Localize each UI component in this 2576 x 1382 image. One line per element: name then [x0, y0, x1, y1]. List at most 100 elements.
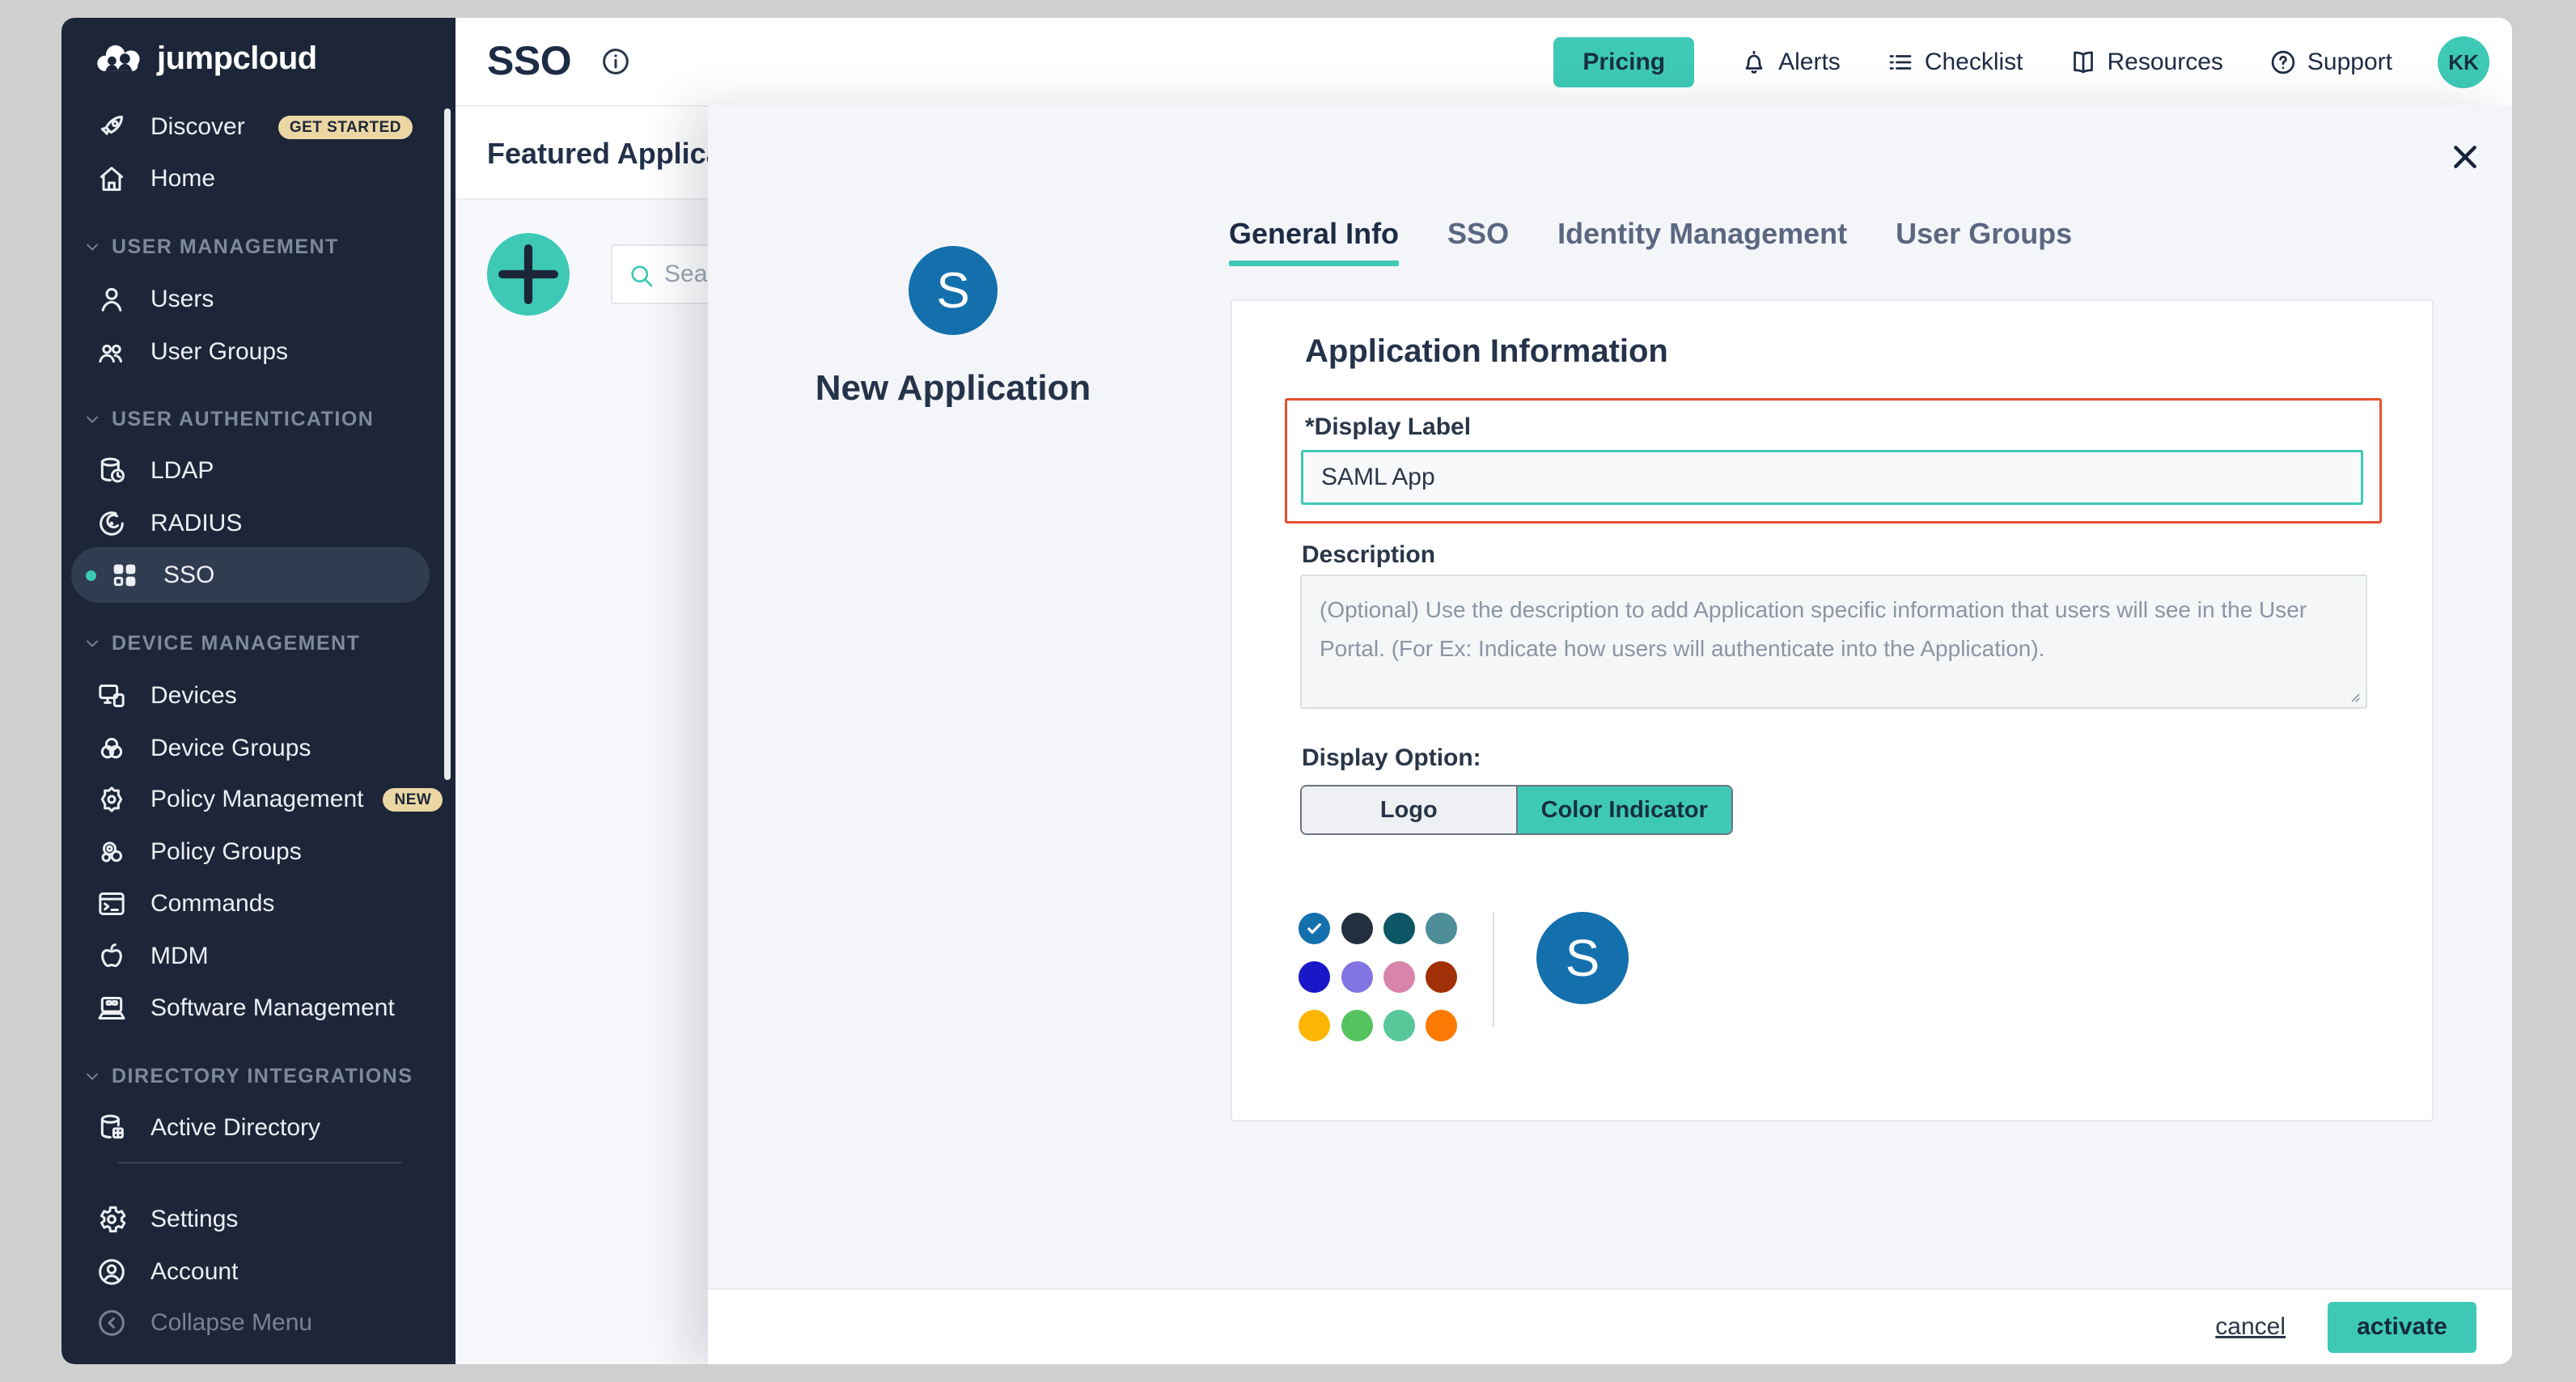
apple-icon — [95, 940, 128, 973]
color-swatch[interactable] — [1383, 913, 1415, 944]
color-swatch[interactable] — [1426, 961, 1457, 993]
color-swatch[interactable] — [1341, 913, 1373, 944]
new-application-panel: S New Application General Info SSO Ident… — [708, 105, 2512, 1364]
color-swatch-selected[interactable] — [1299, 913, 1330, 944]
activate-button[interactable]: activate — [2328, 1302, 2476, 1353]
color-indicator-preview: S — [1536, 912, 1629, 1004]
jumpcloud-logo[interactable]: jumpcloud — [94, 40, 317, 77]
home-icon — [95, 163, 128, 195]
checklist-label: Checklist — [1925, 49, 2023, 76]
bell-icon — [1739, 48, 1769, 77]
sidebar-item-devices[interactable]: Devices — [61, 673, 455, 719]
app-window: jumpcloud Discover GET STARTED Home USER… — [61, 18, 2512, 1364]
add-application-button[interactable] — [487, 233, 570, 316]
sidebar-item-collapse-menu[interactable]: Collapse Menu — [61, 1300, 455, 1346]
check-icon — [1305, 919, 1324, 938]
logo-wordmark: jumpcloud — [157, 40, 317, 77]
resources-button[interactable]: Resources — [2069, 48, 2223, 77]
color-swatch[interactable] — [1383, 1010, 1415, 1041]
sidebar-item-mdm[interactable]: MDM — [61, 934, 455, 979]
tab-general-info[interactable]: General Info — [1229, 217, 1399, 278]
topbar: SSO Pricing Alerts Checklist Resources S… — [455, 18, 2512, 107]
color-swatch[interactable] — [1426, 913, 1457, 944]
sidebar-item-account[interactable]: Account — [61, 1249, 455, 1295]
sidebar-item-label: Collapse Menu — [150, 1309, 312, 1337]
sidebar-item-discover[interactable]: Discover GET STARTED — [61, 104, 455, 150]
sidebar-section-device-management[interactable]: DEVICE MANAGEMENT — [61, 623, 455, 663]
color-swatch[interactable] — [1299, 961, 1330, 993]
sidebar-scrollbar[interactable] — [444, 108, 451, 780]
sidebar-item-device-groups[interactable]: Device Groups — [61, 726, 455, 771]
info-icon[interactable] — [600, 45, 632, 78]
toggle-color-indicator-option[interactable]: Color Indicator — [1516, 786, 1732, 833]
sidebar-item-label: LDAP — [150, 457, 214, 485]
support-label: Support — [2307, 49, 2392, 76]
display-label-input[interactable] — [1301, 450, 2363, 505]
sidebar-item-commands[interactable]: Commands — [61, 881, 455, 926]
close-icon[interactable] — [2449, 141, 2481, 173]
swatch-preview-divider — [1493, 912, 1494, 1027]
color-swatch[interactable] — [1341, 961, 1373, 993]
resources-label: Resources — [2108, 49, 2223, 76]
pricing-button[interactable]: Pricing — [1553, 37, 1694, 87]
panel-tabs: General Info SSO Identity Management Use… — [1229, 217, 2072, 278]
sidebar-section-user-management[interactable]: USER MANAGEMENT — [61, 227, 455, 267]
color-swatch[interactable] — [1299, 1010, 1330, 1041]
page-title: SSO — [487, 37, 571, 84]
sidebar-section-directory-integrations[interactable]: DIRECTORY INTEGRATIONS — [61, 1056, 455, 1096]
terminal-icon — [95, 888, 128, 920]
device-groups-icon — [95, 732, 128, 765]
sidebar-item-label: Discover — [150, 113, 245, 141]
description-label: Description — [1302, 541, 1435, 569]
checklist-button[interactable]: Checklist — [1886, 48, 2023, 77]
sidebar-item-home[interactable]: Home — [61, 156, 455, 201]
sidebar-item-settings[interactable]: Settings — [61, 1197, 455, 1242]
color-swatch[interactable] — [1341, 1010, 1373, 1041]
sidebar-item-user-groups[interactable]: User Groups — [61, 329, 455, 375]
active-tab-underline — [1229, 261, 1399, 266]
chevron-down-icon — [83, 1066, 102, 1086]
search-icon — [627, 261, 656, 290]
gear-icon — [95, 1203, 128, 1236]
sidebar-item-label: Commands — [150, 890, 274, 918]
new-badge: NEW — [383, 788, 443, 812]
toggle-logo-option[interactable]: Logo — [1302, 786, 1516, 833]
sidebar-item-active-directory[interactable]: Active Directory — [61, 1105, 455, 1151]
active-directory-icon — [95, 1112, 128, 1144]
sidebar-item-label: Device Groups — [150, 735, 311, 762]
color-swatch[interactable] — [1426, 1010, 1457, 1041]
user-groups-icon — [95, 336, 128, 368]
panel-footer: cancel activate — [708, 1288, 2512, 1364]
card-heading: Application Information — [1305, 333, 1668, 370]
color-swatch[interactable] — [1383, 961, 1415, 993]
sidebar-section-user-authentication[interactable]: USER AUTHENTICATION — [61, 399, 455, 439]
alerts-button[interactable]: Alerts — [1739, 48, 1841, 77]
description-textarea[interactable] — [1300, 574, 2367, 709]
sidebar-item-ldap[interactable]: LDAP — [61, 448, 455, 494]
sidebar-item-label: Software Management — [150, 994, 395, 1022]
cancel-button[interactable]: cancel — [2215, 1313, 2286, 1341]
book-icon — [2069, 48, 2098, 77]
sidebar-item-policy-groups[interactable]: Policy Groups — [61, 829, 455, 875]
sidebar-item-label: RADIUS — [150, 510, 242, 537]
support-button[interactable]: Support — [2269, 48, 2392, 77]
tab-user-groups[interactable]: User Groups — [1896, 217, 2072, 278]
plus-icon — [487, 233, 570, 316]
sidebar-item-policy-management[interactable]: Policy Management NEW — [61, 777, 455, 822]
policy-groups-icon — [95, 836, 128, 868]
sidebar: jumpcloud Discover GET STARTED Home USER… — [61, 18, 455, 1364]
jumpcloud-cloud-icon — [94, 42, 146, 76]
tab-identity-management[interactable]: Identity Management — [1557, 217, 1847, 278]
sidebar-item-radius[interactable]: RADIUS — [61, 501, 455, 546]
tab-sso[interactable]: SSO — [1447, 217, 1509, 278]
sidebar-item-label: Users — [150, 286, 214, 313]
sidebar-item-label: Policy Groups — [150, 838, 302, 866]
display-option-label: Display Option: — [1302, 744, 1481, 772]
sidebar-item-label: Devices — [150, 682, 237, 710]
user-avatar[interactable]: KK — [2438, 36, 2489, 88]
display-label-highlight-box: *Display Label — [1285, 398, 2382, 524]
sidebar-item-software-management[interactable]: Software Management — [61, 986, 455, 1031]
sidebar-item-sso[interactable]: SSO — [61, 553, 455, 598]
user-icon — [95, 283, 128, 316]
sidebar-item-users[interactable]: Users — [61, 277, 455, 322]
